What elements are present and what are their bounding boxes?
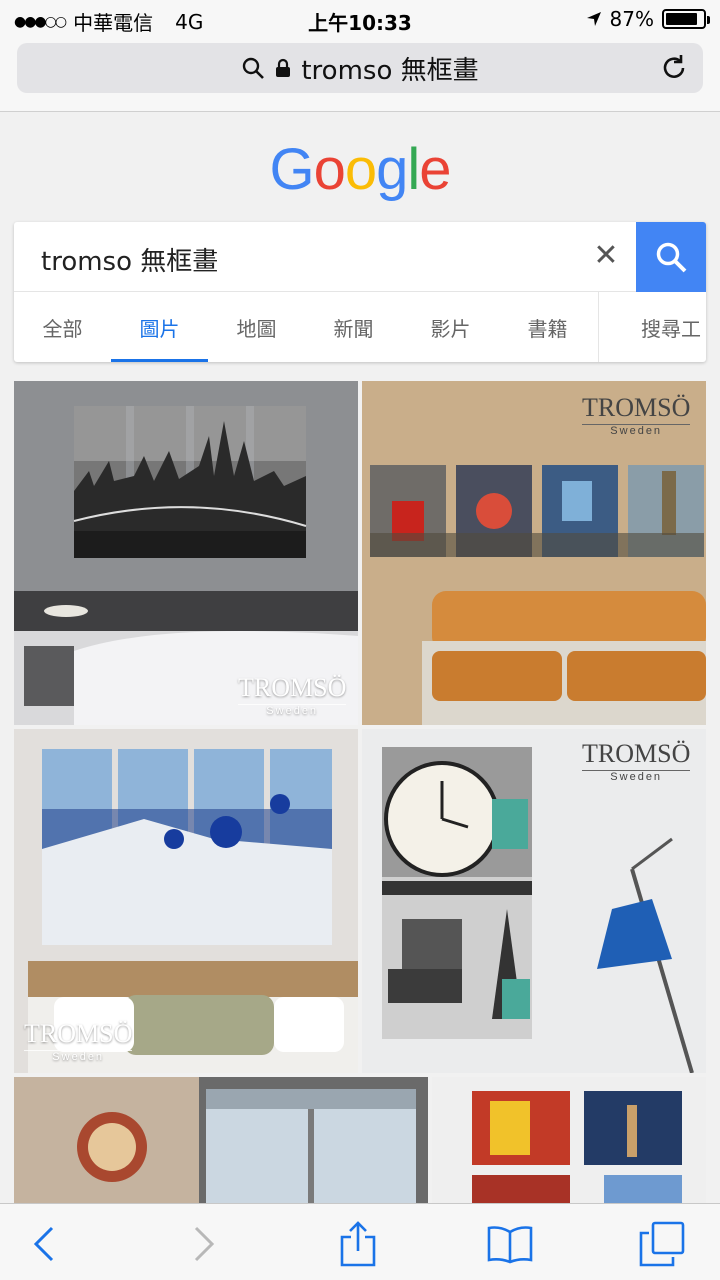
search-button[interactable] [636, 222, 706, 292]
brand-watermark: TROMSÖ Sweden [24, 1019, 133, 1063]
search-icon [243, 57, 265, 79]
tab-maps[interactable]: 地圖 [208, 292, 305, 362]
browser-chrome: tromso 無框畫 [0, 38, 720, 112]
tab-all[interactable]: 全部 [14, 292, 111, 362]
reload-icon[interactable] [659, 53, 689, 83]
image-result-paris-clock[interactable]: TROMSÖ Sweden [362, 729, 706, 1073]
brand-watermark: TROMSÖ Sweden [238, 673, 347, 717]
battery-percent: 87% [609, 7, 654, 31]
back-button[interactable] [20, 1220, 68, 1268]
url-text: tromso 無框畫 [301, 55, 479, 86]
image-thumbnail [14, 1077, 428, 1203]
tabs-icon [639, 1221, 685, 1267]
tab-news[interactable]: 新聞 [305, 292, 402, 362]
lock-icon [276, 58, 291, 77]
image-result-brick-clock[interactable] [14, 1077, 428, 1203]
tab-videos[interactable]: 影片 [402, 292, 499, 362]
search-icon [656, 242, 687, 273]
image-result-santorini[interactable]: TROMSÖ Sweden [14, 729, 358, 1073]
tab-images[interactable]: 圖片 [111, 292, 208, 362]
status-bar: ●●●○○ 中華電信 4G 上午10:33 87% [0, 0, 720, 38]
brand-watermark: TROMSÖ Sweden [582, 739, 691, 783]
image-result-london-sofa[interactable]: TROMSÖ Sweden [362, 381, 706, 725]
google-logo[interactable]: Google [0, 136, 720, 203]
battery-group: 87% [586, 7, 710, 31]
battery-icon [662, 9, 710, 29]
search-card: tromso 無框畫 ✕ 全部 圖片 地圖 新聞 影片 書籍 搜尋工 [14, 222, 706, 362]
image-result-city-canvases[interactable] [432, 1077, 706, 1203]
browser-toolbar [0, 1203, 720, 1280]
forward-icon [194, 1226, 215, 1262]
tab-divider [598, 292, 599, 362]
tabs-button[interactable] [638, 1220, 686, 1268]
address-bar[interactable]: tromso 無框畫 [17, 43, 703, 93]
tab-search-tools[interactable]: 搜尋工 [614, 292, 706, 362]
image-result-nyc-bedroom[interactable]: TROMSÖ Sweden [14, 381, 358, 725]
image-thumbnail [432, 1077, 706, 1203]
bookmarks-button[interactable] [486, 1220, 534, 1268]
location-arrow-icon [586, 12, 601, 26]
battery-level [666, 13, 697, 25]
tab-books[interactable]: 書籍 [499, 292, 596, 362]
bookmarks-icon [487, 1226, 533, 1264]
search-box: tromso 無框畫 ✕ [14, 222, 706, 292]
search-input[interactable]: tromso 無框畫 [41, 241, 218, 278]
back-icon [33, 1226, 54, 1262]
share-button[interactable] [334, 1220, 382, 1268]
forward-button[interactable] [180, 1220, 228, 1268]
brand-watermark: TROMSÖ Sweden [582, 393, 691, 437]
share-icon [340, 1221, 376, 1267]
search-tabs: 全部 圖片 地圖 新聞 影片 書籍 搜尋工 [14, 292, 706, 362]
clear-search-button[interactable]: ✕ [588, 238, 624, 274]
